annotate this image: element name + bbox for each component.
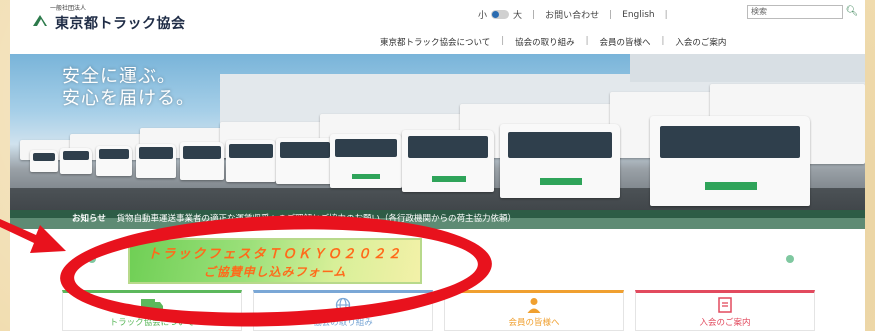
search-input[interactable]: 検索 <box>747 5 843 19</box>
warehouse-roof <box>630 54 865 82</box>
font-size-small[interactable]: 小 <box>478 8 487 21</box>
contact-link[interactable]: お問い合わせ <box>545 8 599 21</box>
slider-dot[interactable] <box>786 255 794 263</box>
divider: | <box>609 9 613 20</box>
truck-cab <box>650 116 810 206</box>
card-members[interactable]: 会員の皆様へ <box>444 290 624 331</box>
divider: | <box>585 36 589 46</box>
utility-bar: 小 大 | お問い合わせ | English | <box>478 8 678 22</box>
hero-headline: 安全に運ぶ。 安心を届ける。 <box>62 66 195 110</box>
truck-cab <box>96 146 132 176</box>
truck-cab <box>136 144 176 178</box>
card-label: 会員の皆様へ <box>508 318 560 328</box>
news-label: お知らせ <box>72 214 106 224</box>
divider: | <box>664 9 668 20</box>
divider: | <box>501 36 505 46</box>
font-size-large[interactable]: 大 <box>513 8 522 21</box>
nav-item-about[interactable]: 東京都トラック協会について <box>380 36 490 48</box>
global-nav: 東京都トラック協会について | 協会の取り組み | 会員の皆様へ | 入会のご案… <box>380 36 726 48</box>
logo-subtitle: 一般社団法人 <box>50 5 87 12</box>
divider: | <box>532 9 536 20</box>
truck-cab <box>276 138 334 184</box>
person-icon <box>445 297 623 313</box>
search-icon[interactable]: 🔍︎ <box>845 5 859 19</box>
logo-text: 東京都トラック協会 <box>55 16 186 32</box>
nav-item-join[interactable]: 入会のご案内 <box>675 36 726 48</box>
nav-item-activities[interactable]: 協会の取り組み <box>515 36 575 48</box>
news-ticker[interactable]: お知らせ 貨物自動車運送事業者の適正な運賃収受へのご理解とご協力のお願い（各行政… <box>10 210 865 229</box>
truck-cab <box>330 134 402 188</box>
card-label: 入会のご案内 <box>699 318 751 328</box>
truck-cab <box>180 142 224 180</box>
hero-line-2: 安心を届ける。 <box>62 88 195 109</box>
logo-mark-icon <box>32 13 49 27</box>
truck-cab <box>226 140 276 182</box>
nav-item-members[interactable]: 会員の皆様へ <box>600 36 651 48</box>
truck-cab <box>60 148 92 174</box>
red-annotation-arrow <box>0 219 66 253</box>
web-page: 東京都トラック協会 一般社団法人 小 大 | お問い合わせ | English … <box>10 0 865 331</box>
card-join[interactable]: 入会のご案内 <box>635 290 815 331</box>
font-size-toggle[interactable] <box>491 10 510 19</box>
truck-cab <box>30 150 58 172</box>
truck-cab <box>500 124 620 198</box>
document-icon <box>636 297 814 313</box>
hero-image: 安全に運ぶ。 安心を届ける。 <box>10 54 865 218</box>
english-link[interactable]: English <box>622 10 655 20</box>
hero-line-1: 安全に運ぶ。 <box>62 66 176 87</box>
truck-cab <box>402 130 494 192</box>
divider: | <box>661 36 665 46</box>
